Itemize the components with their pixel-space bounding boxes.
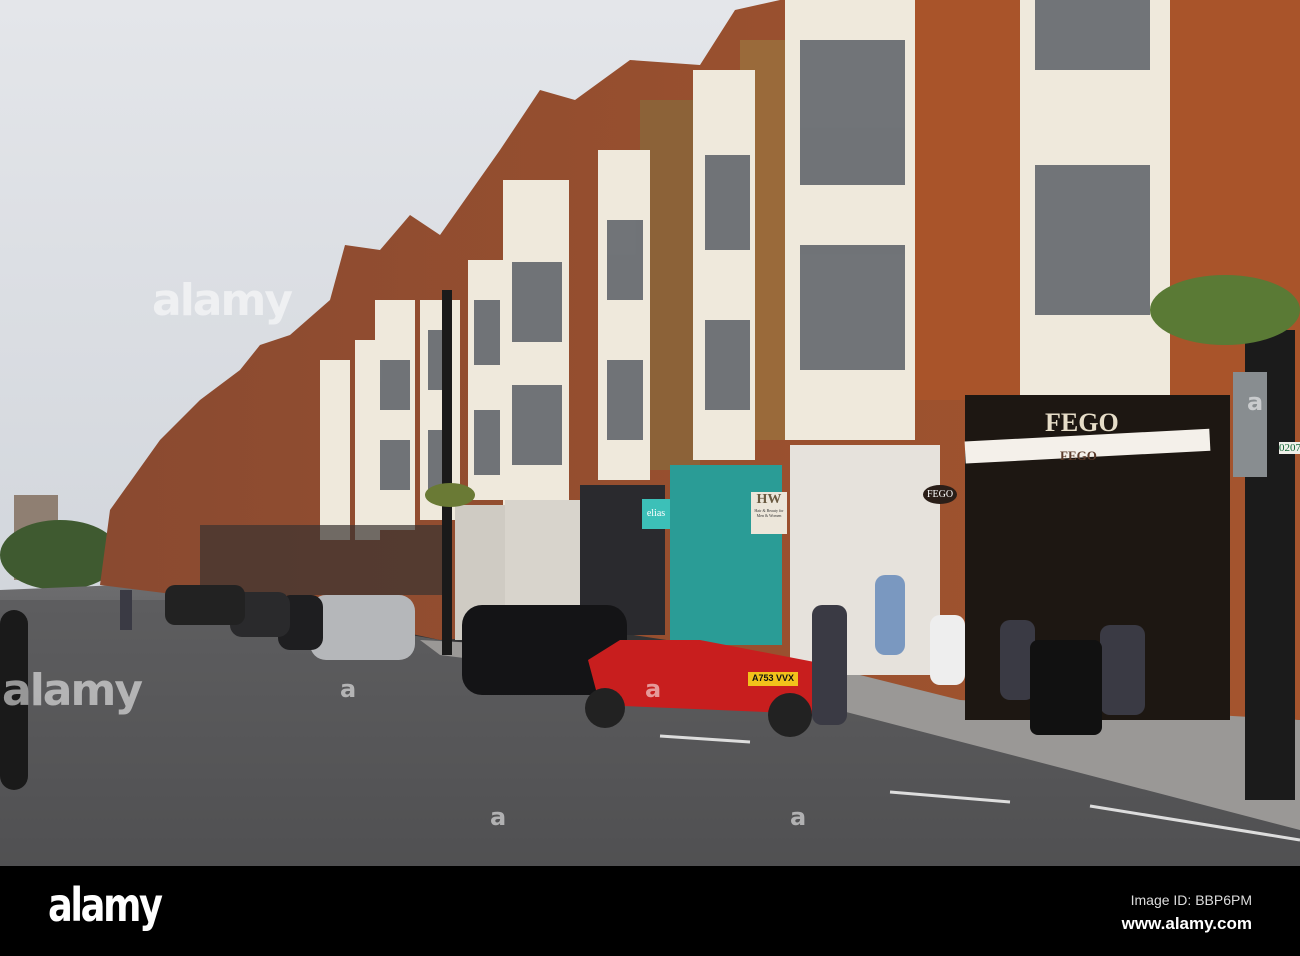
flower-basket <box>1150 275 1300 345</box>
watermark: alamy <box>152 275 293 326</box>
watermark: a <box>790 803 806 831</box>
litter-bin <box>1030 640 1102 735</box>
hw-salon-sign: HW Hair & Beauty for Men & Women <box>751 492 787 534</box>
watermark: a <box>1247 388 1263 416</box>
lamp-post <box>442 290 452 655</box>
watermark: a <box>340 675 356 703</box>
flower-basket <box>425 483 475 507</box>
footer-bar: alamy Image ID: BBP6PM www.alamy.com <box>0 866 1300 956</box>
shopfront <box>200 525 450 595</box>
street-photo: FEGO FEGO FEGO HW Hair & Beauty for Men … <box>0 0 1300 956</box>
footer-url[interactable]: www.alamy.com <box>1122 914 1252 934</box>
hw-sign-subtitle: Hair & Beauty for Men & Women <box>754 508 784 518</box>
fego-awning-text: FEGO <box>1060 448 1097 463</box>
fego-hanging-sign: FEGO <box>923 485 958 504</box>
image-id: Image ID: BBP6PM <box>1130 892 1252 908</box>
number-plate: A753 VVX <box>751 673 795 683</box>
elias-sign: elias <box>642 499 670 529</box>
fego-sign: FEGO <box>1045 408 1119 437</box>
watermark: a <box>490 803 506 831</box>
phone-number-sign: 0207 <box>1279 442 1300 454</box>
watermark: alamy <box>2 665 143 716</box>
alamy-logo: alamy <box>48 878 163 932</box>
watermark: a <box>645 675 661 703</box>
hw-sign-title: HW <box>756 492 782 507</box>
